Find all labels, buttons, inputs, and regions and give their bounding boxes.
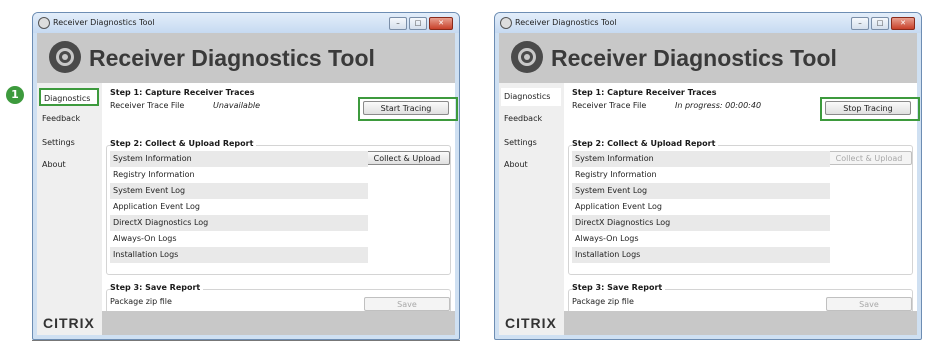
list-item: Application Event Log xyxy=(113,202,200,211)
title-bar: Receiver Diagnostics Tool – □ ✕ xyxy=(495,13,921,33)
list-item: System Event Log xyxy=(110,183,368,199)
list-item: DirectX Diagnostics Log xyxy=(572,215,830,231)
save-button[interactable]: Save xyxy=(364,297,450,311)
list-item: System Information xyxy=(110,151,368,167)
sidebar-item-feedback[interactable]: Feedback xyxy=(39,110,99,128)
main-panel: Step 1: Capture Receiver Traces Receiver… xyxy=(564,83,920,319)
sidebar-item-settings[interactable]: Settings xyxy=(39,134,99,152)
main-panel: Step 1: Capture Receiver Traces Receiver… xyxy=(102,83,458,319)
callout-1: 1 xyxy=(6,86,24,104)
app-title: Receiver Diagnostics Tool xyxy=(551,45,837,71)
package-zip-label: Package zip file xyxy=(110,297,172,306)
package-zip-label: Package zip file xyxy=(572,297,634,306)
list-item: System Event Log xyxy=(572,183,830,199)
client-area: Receiver Diagnostics Tool Diagnostics Fe… xyxy=(37,33,458,335)
list-item: Application Event Log xyxy=(575,202,662,211)
minimize-button[interactable]: – xyxy=(851,17,869,30)
list-item: Always-On Logs xyxy=(575,234,639,243)
step3-title: Step 3: Save Report xyxy=(110,283,204,292)
list-item: System Information xyxy=(572,151,830,167)
divider xyxy=(32,340,460,341)
step3-title: Step 3: Save Report xyxy=(572,283,666,292)
list-item: Registry Information xyxy=(575,170,657,179)
list-item: Always-On Logs xyxy=(113,234,177,243)
close-button[interactable]: ✕ xyxy=(429,17,453,30)
sidebar: Diagnostics Feedback Settings About CITR… xyxy=(499,83,564,335)
collect-upload-button[interactable]: Collect & Upload xyxy=(364,151,450,165)
save-button[interactable]: Save xyxy=(826,297,912,311)
footer xyxy=(102,311,455,335)
window-title: Receiver Diagnostics Tool xyxy=(515,18,617,27)
window-title: Receiver Diagnostics Tool xyxy=(53,18,155,27)
citrix-logo: CITRIX xyxy=(505,315,557,331)
maximize-button[interactable]: □ xyxy=(409,17,427,30)
step1-title: Step 1: Capture Receiver Traces xyxy=(110,88,255,97)
start-tracing-button[interactable]: Start Tracing xyxy=(363,101,449,115)
list-item: DirectX Diagnostics Log xyxy=(110,215,368,231)
trace-status: In progress: 00:00:40 xyxy=(675,101,762,110)
close-button[interactable]: ✕ xyxy=(891,17,915,30)
step2-title: Step 2: Collect & Upload Report xyxy=(572,139,719,148)
list-item: Installation Logs xyxy=(572,247,830,263)
diagnostics-window-after: Receiver Diagnostics Tool – □ ✕ Receiver… xyxy=(494,12,922,340)
sidebar: Diagnostics Feedback Settings About CITR… xyxy=(37,83,102,335)
client-area: Receiver Diagnostics Tool Diagnostics Fe… xyxy=(499,33,920,335)
receiver-logo-icon xyxy=(49,41,81,73)
step1-title: Step 1: Capture Receiver Traces xyxy=(572,88,717,97)
footer xyxy=(564,311,917,335)
sidebar-item-feedback[interactable]: Feedback xyxy=(501,110,561,128)
sidebar-item-about[interactable]: About xyxy=(501,156,561,174)
header: Receiver Diagnostics Tool xyxy=(499,33,917,83)
app-icon xyxy=(500,17,512,29)
sidebar-item-diagnostics[interactable]: Diagnostics xyxy=(39,88,99,106)
title-bar: Receiver Diagnostics Tool – □ ✕ xyxy=(33,13,459,33)
maximize-button[interactable]: □ xyxy=(871,17,889,30)
step2-title: Step 2: Collect & Upload Report xyxy=(110,139,257,148)
app-title: Receiver Diagnostics Tool xyxy=(89,45,375,71)
trace-file-label: Receiver Trace File xyxy=(110,101,185,110)
collect-upload-button[interactable]: Collect & Upload xyxy=(826,151,912,165)
citrix-logo: CITRIX xyxy=(43,315,95,331)
trace-file-label: Receiver Trace File xyxy=(572,101,647,110)
trace-status: Unavailable xyxy=(213,101,261,110)
list-item: Registry Information xyxy=(113,170,195,179)
minimize-button[interactable]: – xyxy=(389,17,407,30)
sidebar-item-diagnostics[interactable]: Diagnostics xyxy=(501,88,561,106)
diagnostics-window-before: Receiver Diagnostics Tool – □ ✕ Receiver… xyxy=(32,12,460,340)
receiver-logo-icon xyxy=(511,41,543,73)
app-icon xyxy=(38,17,50,29)
list-item: Installation Logs xyxy=(110,247,368,263)
sidebar-item-about[interactable]: About xyxy=(39,156,99,174)
sidebar-item-settings[interactable]: Settings xyxy=(501,134,561,152)
stop-tracing-button[interactable]: Stop Tracing xyxy=(825,101,911,115)
header: Receiver Diagnostics Tool xyxy=(37,33,455,83)
